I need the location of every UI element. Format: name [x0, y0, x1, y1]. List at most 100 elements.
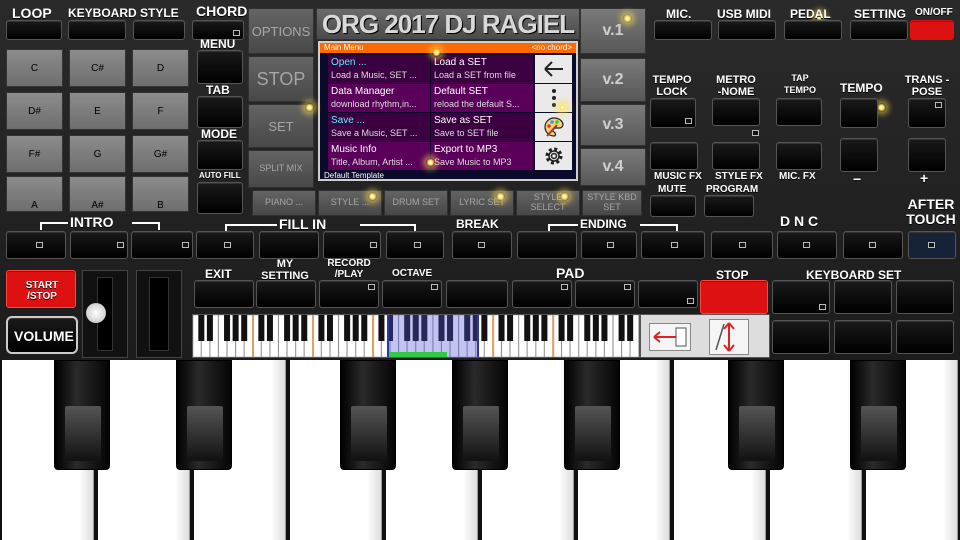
chord-pad-b[interactable]: B	[132, 176, 189, 212]
black-key[interactable]	[728, 360, 784, 470]
black-key[interactable]	[176, 360, 232, 470]
pad-1-button[interactable]	[446, 280, 508, 308]
fill-in-4-button[interactable]	[386, 231, 444, 259]
record-play-button[interactable]	[319, 280, 379, 308]
volume-slider-knob[interactable]	[86, 303, 106, 323]
auto-fill-button[interactable]	[197, 182, 243, 214]
dnc-1-button[interactable]	[711, 231, 773, 259]
intro-1-button[interactable]	[6, 231, 66, 259]
on-off-button[interactable]	[910, 20, 954, 40]
keyboard-set-2-button[interactable]	[834, 280, 892, 314]
after-touch-button[interactable]	[908, 231, 956, 259]
intro-3-button[interactable]	[131, 231, 193, 259]
chord-pad-f-sharp[interactable]: F#	[6, 135, 63, 173]
variation-3-button[interactable]: v.3	[580, 104, 646, 146]
chord-pad-f[interactable]: F	[132, 92, 189, 130]
resize-horizontal-icon[interactable]	[649, 323, 691, 351]
tab-button[interactable]	[197, 96, 243, 128]
chord-pad-a-sharp[interactable]: A#	[69, 176, 126, 212]
gear-icon[interactable]	[535, 142, 572, 170]
break-button[interactable]	[452, 231, 512, 259]
pad-2-button[interactable]	[512, 280, 572, 308]
usb-midi-button[interactable]	[718, 20, 776, 40]
black-key[interactable]	[340, 360, 396, 470]
mode-button[interactable]	[197, 140, 243, 170]
chord-pad-d-sharp[interactable]: D#	[6, 92, 63, 130]
ending-1-button[interactable]	[517, 231, 577, 259]
keyboard-set-5-button[interactable]	[834, 320, 892, 354]
black-key[interactable]	[564, 360, 620, 470]
chord-pad-e[interactable]: E	[69, 92, 126, 130]
variation-1-button[interactable]: v.1	[580, 8, 646, 54]
program-button[interactable]	[704, 195, 754, 217]
palette-icon[interactable]	[535, 113, 572, 141]
chord-pad-g[interactable]: G	[69, 135, 126, 173]
start-stop-button[interactable]: START /STOP	[6, 270, 76, 308]
chord-pad-c[interactable]: C	[6, 49, 63, 87]
back-arrow-icon[interactable]	[535, 55, 572, 83]
chord-pad-d[interactable]: D	[132, 49, 189, 87]
octave-marker	[252, 315, 255, 357]
variation-4-button[interactable]: v.4	[580, 148, 646, 186]
ending-3-button[interactable]	[641, 231, 705, 259]
metronome-button[interactable]	[712, 98, 760, 126]
menu-item-load-set[interactable]: Load a SET Load a SET from file	[431, 55, 533, 83]
music-fx-button[interactable]	[650, 142, 698, 170]
black-key[interactable]	[54, 360, 110, 470]
keyboard-button[interactable]	[68, 20, 126, 40]
chord-pad-c-sharp[interactable]: C#	[69, 49, 126, 87]
black-key[interactable]	[452, 360, 508, 470]
menu-item-save-as-set[interactable]: Save as SET Save to SET file	[431, 113, 533, 141]
menu-item-save[interactable]: Save ... Save a Music, SET ...	[328, 113, 430, 141]
setting-button[interactable]	[850, 20, 908, 40]
loop-button[interactable]	[6, 20, 62, 40]
octave-button[interactable]	[382, 280, 442, 308]
keyboard-set-3-button[interactable]	[896, 280, 954, 314]
pedal-button[interactable]	[784, 20, 842, 40]
tempo-minus-button[interactable]	[840, 138, 878, 172]
keyboard-overview[interactable]	[192, 314, 640, 358]
volume-slider[interactable]	[82, 270, 128, 358]
fill-in-2-button[interactable]	[259, 231, 319, 259]
mini-black-key	[318, 315, 325, 341]
fill-in-1-button[interactable]	[196, 231, 254, 259]
intro-2-button[interactable]	[70, 231, 128, 259]
keyboard-set-4-button[interactable]	[772, 320, 830, 354]
transpose-plus-button[interactable]	[908, 138, 946, 172]
tap-tempo-button[interactable]	[776, 98, 822, 126]
style-button[interactable]	[133, 20, 185, 40]
mic-fx-button[interactable]	[776, 142, 822, 170]
stop-button[interactable]	[700, 280, 768, 314]
chord-pad-a[interactable]: A	[6, 176, 63, 212]
pad-3-button[interactable]	[575, 280, 635, 308]
resize-vertical-icon[interactable]	[709, 319, 749, 355]
menu-item-default-set[interactable]: Default SET reload the default S...	[431, 84, 533, 112]
variation-2-button[interactable]: v.2	[580, 58, 646, 102]
dnc-3-button[interactable]	[843, 231, 903, 259]
expression-slider[interactable]	[136, 270, 182, 358]
transpose-button[interactable]	[908, 98, 946, 128]
style-fx-button[interactable]	[712, 142, 760, 170]
dnc-2-button[interactable]	[777, 231, 837, 259]
black-key[interactable]	[850, 360, 906, 470]
my-setting-button[interactable]	[256, 280, 316, 308]
piano-keyboard[interactable]	[0, 360, 960, 540]
chord-pad-g-sharp[interactable]: G#	[132, 135, 189, 173]
mic-button[interactable]	[654, 20, 712, 40]
pad-4-button[interactable]	[638, 280, 698, 308]
keyboard-set-1-button[interactable]	[772, 280, 830, 314]
ending-2-button[interactable]	[581, 231, 637, 259]
keyboard-range-window[interactable]	[387, 315, 479, 357]
volume-button[interactable]: VOLUME	[6, 316, 78, 354]
menu-item-data-manager[interactable]: Data Manager download rhythm,in...	[328, 84, 430, 112]
menu-item-music-info[interactable]: Music Info Title, Album, Artist ...	[328, 142, 430, 170]
menu-item-open[interactable]: Open ... Load a Music, SET ...	[328, 55, 430, 83]
mute-button[interactable]	[650, 195, 696, 217]
fill-in-3-button[interactable]	[323, 231, 381, 259]
keyboard-set-6-button[interactable]	[896, 320, 954, 354]
menu-item-export-mp3[interactable]: Export to MP3 Save Music to MP3	[431, 142, 533, 170]
exit-button[interactable]	[194, 280, 254, 308]
tempo-lock-button[interactable]	[650, 98, 696, 128]
tempo-button[interactable]	[840, 98, 878, 128]
menu-button[interactable]	[197, 50, 243, 84]
